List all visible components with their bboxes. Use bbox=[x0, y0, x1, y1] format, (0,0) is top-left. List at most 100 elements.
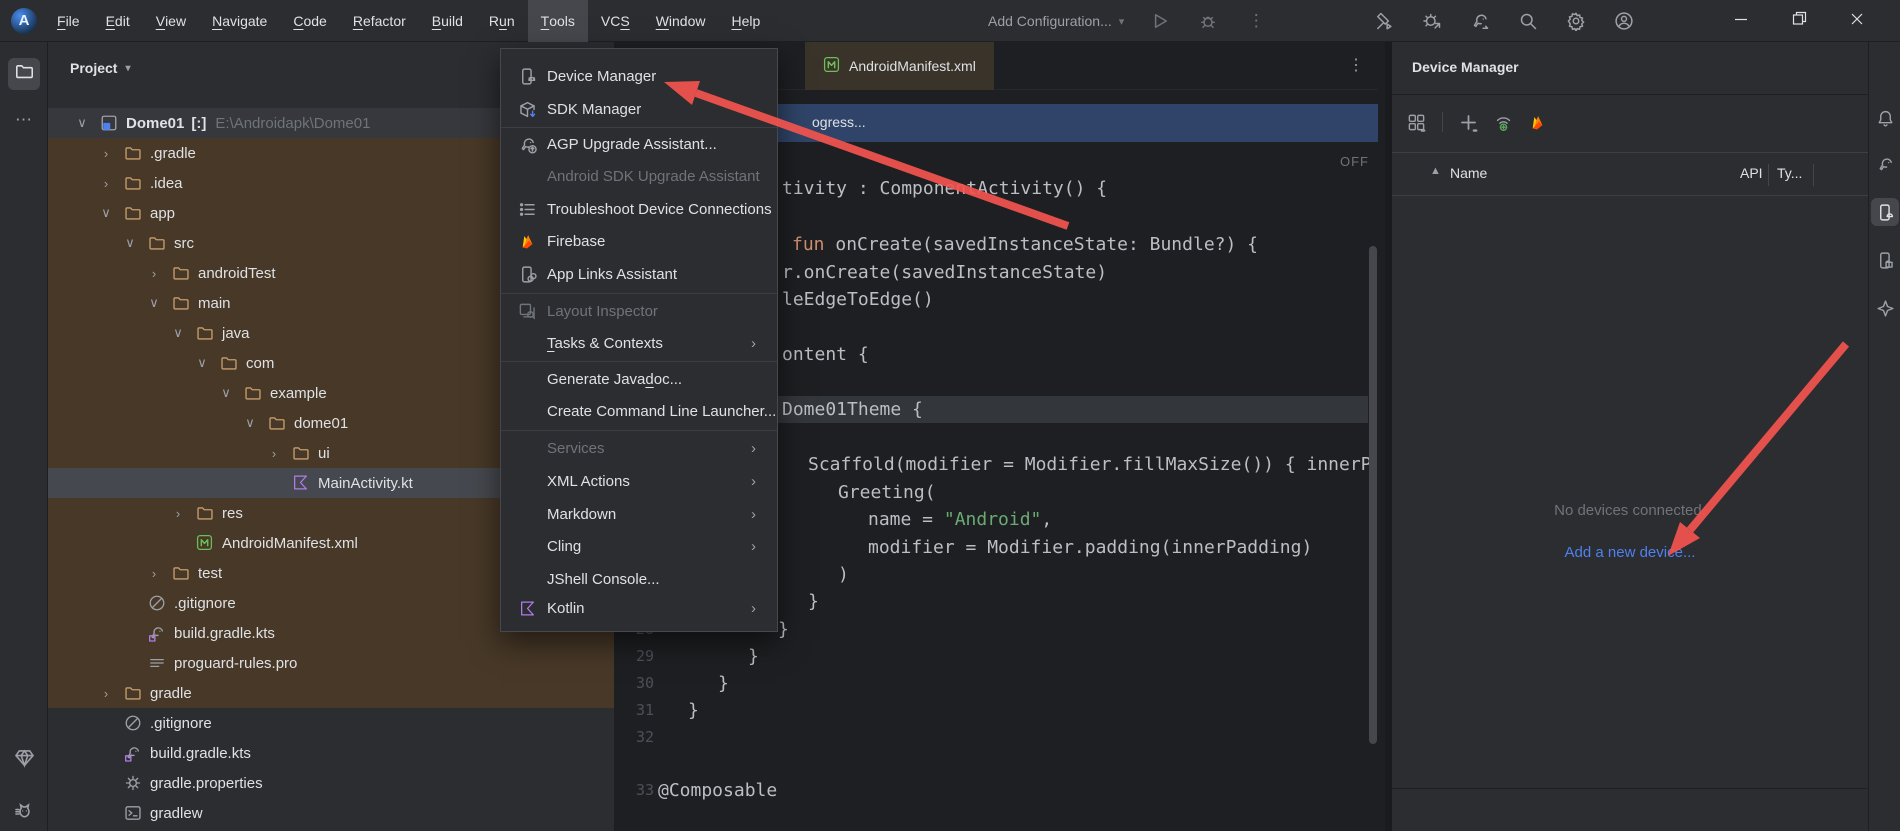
menu-window[interactable]: Window bbox=[643, 0, 719, 42]
tree-row-gradle-properties[interactable]: gradle.properties bbox=[48, 768, 614, 798]
chevron-down-icon[interactable]: ∨ bbox=[98, 205, 114, 221]
user-avatar-button[interactable] bbox=[1612, 9, 1636, 33]
menu-item-xml-actions[interactable]: XML Actions› bbox=[501, 466, 777, 496]
folder-icon bbox=[244, 384, 262, 402]
attach-debugger-icon bbox=[1422, 11, 1442, 31]
menu-item-label: App Links Assistant bbox=[547, 266, 677, 283]
chevron-right-icon[interactable]: › bbox=[98, 686, 114, 701]
column-type[interactable]: Ty... bbox=[1777, 165, 1802, 181]
editor-options-icon[interactable]: ⋮ bbox=[1348, 55, 1364, 75]
chevron-down-icon[interactable]: ∨ bbox=[194, 355, 210, 371]
assistant-gem-button[interactable] bbox=[1871, 294, 1899, 322]
tree-row-proguard-rules-pro[interactable]: proguard-rules.pro bbox=[48, 648, 614, 678]
restore-button[interactable] bbox=[1770, 0, 1828, 42]
run-play-button[interactable] bbox=[1148, 9, 1172, 33]
code-line: name = "Android", bbox=[868, 506, 1052, 533]
project-tool-window-button[interactable] bbox=[8, 58, 40, 90]
add-device-button[interactable] bbox=[1459, 113, 1478, 132]
android-studio-logo-icon: A bbox=[11, 8, 37, 34]
run-configuration-select[interactable]: Add Configuration... ▾ bbox=[988, 13, 1124, 29]
menu-help[interactable]: Help bbox=[719, 0, 774, 42]
more-vertical-button[interactable]: ⋮ bbox=[1244, 9, 1268, 33]
device-manager-phone-button[interactable] bbox=[1871, 198, 1899, 226]
chevron-right-icon[interactable]: › bbox=[146, 566, 162, 581]
project-panel-header[interactable]: Project ▾ bbox=[70, 60, 131, 76]
gem-tool-window-button[interactable] bbox=[8, 744, 40, 776]
search-everywhere-button[interactable] bbox=[1516, 9, 1540, 33]
line-number: 33 bbox=[614, 777, 654, 804]
chevron-right-icon[interactable]: › bbox=[266, 446, 282, 461]
attach-debugger-button[interactable] bbox=[1420, 9, 1444, 33]
sort-asc-icon[interactable]: ▲ bbox=[1430, 165, 1441, 177]
menu-item-label: XML Actions bbox=[547, 473, 630, 490]
editor-scrollbar[interactable] bbox=[1369, 246, 1377, 744]
add-new-device-link[interactable]: Add a new device... bbox=[1392, 544, 1868, 561]
menu-item-kotlin[interactable]: Kotlin› bbox=[501, 593, 777, 623]
textfile-icon bbox=[148, 654, 166, 672]
folder-icon bbox=[292, 444, 310, 462]
debug-bug-icon bbox=[1198, 11, 1218, 31]
chevron-down-icon[interactable]: ∨ bbox=[170, 325, 186, 341]
code-line: } bbox=[718, 670, 729, 697]
menu-item-cling[interactable]: Cling› bbox=[501, 531, 777, 561]
menu-build[interactable]: Build bbox=[419, 0, 476, 42]
menu-code[interactable]: Code bbox=[280, 0, 339, 42]
chevron-right-icon[interactable]: › bbox=[170, 506, 186, 521]
menu-item-device-manager[interactable]: Device Manager bbox=[501, 61, 777, 91]
editor-tab-androidmanifest[interactable]: AndroidManifest.xml bbox=[805, 42, 994, 90]
notifications-bell-button[interactable] bbox=[1871, 104, 1899, 132]
menu-run[interactable]: Run bbox=[476, 0, 528, 42]
column-name[interactable]: Name bbox=[1450, 165, 1487, 181]
tree-row-build-gradle-kts[interactable]: build.gradle.kts bbox=[48, 738, 614, 768]
tree-row-gradle[interactable]: ›gradle bbox=[48, 678, 614, 708]
menu-item-tasks-contexts[interactable]: Tasks & Contexts› bbox=[501, 328, 777, 358]
group-grid-button[interactable] bbox=[1407, 113, 1426, 132]
menu-tools[interactable]: Tools bbox=[528, 0, 588, 42]
menu-item-generate-javadoc[interactable]: Generate Javadoc... bbox=[501, 364, 777, 394]
android-studio-window: A FileEditViewNavigateCodeRefactorBuildR… bbox=[0, 0, 1900, 831]
minimize-button[interactable] bbox=[1712, 0, 1770, 42]
menu-item-troubleshoot-device-connections[interactable]: Troubleshoot Device Connections bbox=[501, 194, 777, 224]
menu-item-firebase[interactable]: Firebase bbox=[501, 226, 777, 256]
chevron-down-icon[interactable]: ∨ bbox=[146, 295, 162, 311]
menu-view[interactable]: View bbox=[143, 0, 199, 42]
build-hammer-button[interactable] bbox=[1372, 9, 1396, 33]
chevron-down-icon[interactable]: ∨ bbox=[218, 385, 234, 401]
pair-wifi-button[interactable] bbox=[1494, 113, 1513, 132]
menu-item-markdown[interactable]: Markdown› bbox=[501, 499, 777, 529]
menu-vcs[interactable]: VCS bbox=[588, 0, 643, 42]
code-line: r.onCreate(savedInstanceState) bbox=[782, 259, 1107, 286]
folder-icon bbox=[268, 414, 286, 432]
tree-row-label: Dome01[:]E:\Androidapk\Dome01 bbox=[126, 115, 370, 132]
gradle-elephant-button[interactable] bbox=[1871, 150, 1899, 178]
tools-menu-popup: Device ManagerSDK Manager AGP Upgrade Ass… bbox=[500, 48, 778, 632]
menu-item-app-links-assistant[interactable]: App Links Assistant bbox=[501, 259, 777, 289]
menu-item-jshell-console[interactable]: JShell Console... bbox=[501, 564, 777, 594]
menu-item-sdk-manager[interactable]: SDK Manager bbox=[501, 94, 777, 124]
chevron-right-icon[interactable]: › bbox=[98, 176, 114, 191]
chevron-right-icon[interactable]: › bbox=[98, 146, 114, 161]
menu-item-agp-upgrade-assistant[interactable]: AGP Upgrade Assistant... bbox=[501, 129, 777, 159]
more-tool-windows-button[interactable]: ⋯ bbox=[8, 104, 40, 136]
chevron-right-icon[interactable]: › bbox=[146, 266, 162, 281]
menu-edit[interactable]: Edit bbox=[93, 0, 143, 42]
firebase-button[interactable] bbox=[1529, 114, 1546, 131]
settings-gear-button[interactable] bbox=[1564, 9, 1588, 33]
menu-item-create-command-line-launcher[interactable]: Create Command Line Launcher... bbox=[501, 396, 777, 426]
tree-row-gradlew[interactable]: gradlew bbox=[48, 798, 614, 828]
tree-row--gitignore[interactable]: .gitignore bbox=[48, 708, 614, 738]
gradle-sync-button[interactable] bbox=[1468, 9, 1492, 33]
add-device-icon bbox=[1459, 113, 1478, 132]
device-explorer-button[interactable] bbox=[1871, 246, 1899, 274]
chevron-down-icon[interactable]: ∨ bbox=[74, 115, 90, 131]
menu-refactor[interactable]: Refactor bbox=[340, 0, 419, 42]
chevron-down-icon[interactable]: ∨ bbox=[242, 415, 258, 431]
menu-file[interactable]: File bbox=[44, 0, 93, 42]
close-button[interactable] bbox=[1828, 0, 1886, 42]
folder-icon bbox=[124, 174, 142, 192]
chevron-down-icon[interactable]: ∨ bbox=[122, 235, 138, 251]
menu-navigate[interactable]: Navigate bbox=[199, 0, 280, 42]
debug-bug-button[interactable] bbox=[1196, 9, 1220, 33]
column-api[interactable]: API bbox=[1740, 165, 1763, 181]
mascot-tool-window-button[interactable] bbox=[8, 798, 40, 830]
